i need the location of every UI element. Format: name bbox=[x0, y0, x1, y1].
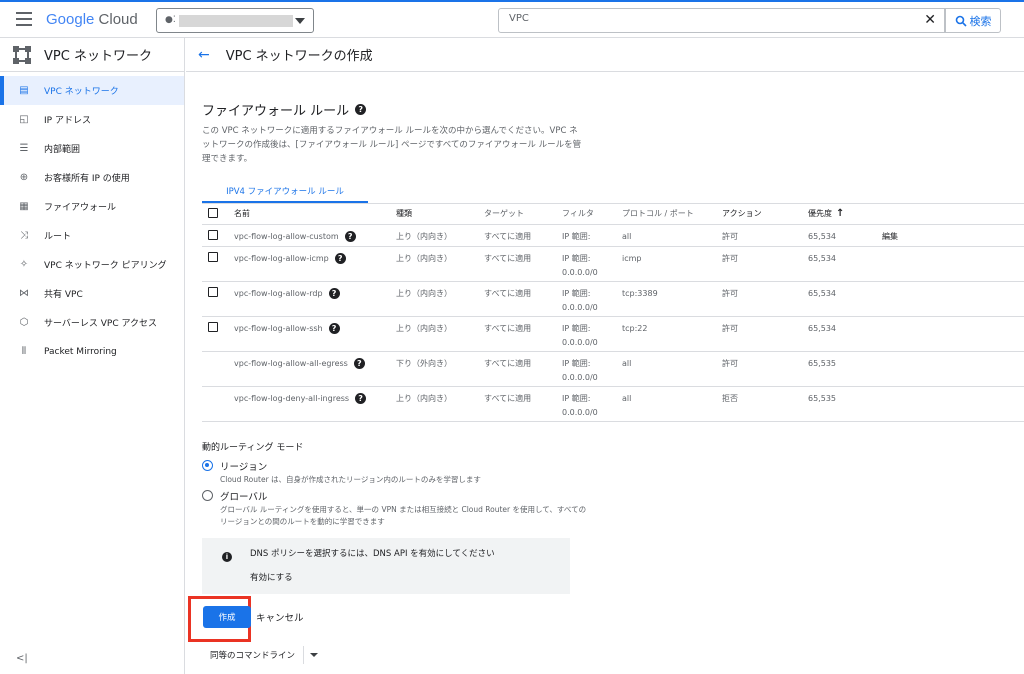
help-icon[interactable]: ? bbox=[353, 358, 365, 369]
ip-address-icon: ◱ bbox=[19, 114, 29, 125]
help-icon[interactable]: ? bbox=[328, 323, 340, 334]
shared-vpc-icon: ⋈ bbox=[19, 288, 29, 299]
tab-ipv4-firewall-rules[interactable]: IPV4 ファイアウォール ルール bbox=[202, 181, 368, 203]
row-checkbox[interactable] bbox=[208, 251, 218, 262]
column-header-protocol[interactable]: プロトコル / ポート bbox=[622, 204, 722, 225]
firewall-rules-table: 名前 種類 ターゲット フィルタ プロトコル / ポート アクション 優先度 ↑ … bbox=[202, 204, 1024, 422]
column-header-name[interactable]: 名前 bbox=[234, 204, 396, 225]
sidebar-item-byoip[interactable]: ⊕ お客様所有 IP の使用 bbox=[0, 163, 184, 192]
sidebar-item-shared-vpc[interactable]: ⋈ 共有 VPC bbox=[0, 279, 184, 308]
search-icon bbox=[955, 15, 967, 27]
firewall-section-description: この VPC ネットワークに適用するファイアウォール ルールを次の中から選んでく… bbox=[202, 126, 582, 164]
divider bbox=[303, 646, 305, 664]
create-button[interactable]: 作成 bbox=[203, 606, 251, 628]
row-checkbox[interactable] bbox=[208, 229, 218, 240]
routing-option-regional[interactable]: リージョン Cloud Router は、自身が作成されたリージョン内のルートの… bbox=[202, 459, 590, 486]
routing-option-global[interactable]: グローバル グローバル ルーティングを使用すると、単一の VPN または相互接続… bbox=[202, 489, 590, 528]
chevron-down-icon[interactable] bbox=[310, 653, 319, 657]
page-title: VPC ネットワークの作成 bbox=[225, 49, 373, 64]
sidebar-item-firewall[interactable]: ▦ ファイアウォール bbox=[0, 192, 184, 221]
sidebar-item-vpc-networks[interactable]: ▤ VPC ネットワーク bbox=[0, 76, 184, 105]
command-line-button[interactable]: 同等のコマンドライン bbox=[202, 649, 303, 661]
peering-icon: ✧ bbox=[19, 259, 29, 270]
edit-link[interactable]: 編集 bbox=[882, 232, 898, 241]
sidebar-item-serverless-vpc[interactable]: ⬡ サーバーレス VPC アクセス bbox=[0, 308, 184, 337]
column-header-filter[interactable]: フィルタ bbox=[562, 204, 622, 225]
sidebar-title: VPC ネットワーク bbox=[44, 49, 152, 64]
collapse-sidebar-icon[interactable]: <| bbox=[16, 653, 28, 664]
project-name-redacted bbox=[179, 15, 293, 27]
vpc-network-product-icon bbox=[13, 45, 31, 64]
help-icon[interactable]: ? bbox=[355, 104, 367, 115]
sidebar-item-ip-addresses[interactable]: ◱ IP アドレス bbox=[0, 105, 184, 134]
sort-ascending-icon[interactable]: ↑ bbox=[836, 208, 844, 219]
sidebar: VPC ネットワーク ▤ VPC ネットワーク ◱ IP アドレス ☰ 内部範囲… bbox=[0, 38, 185, 674]
byoip-icon: ⊕ bbox=[19, 172, 29, 183]
page-header: ← VPC ネットワークの作成 bbox=[186, 38, 1024, 72]
table-row: vpc-flow-log-allow-custom? 上り（内向き） すべてに適… bbox=[202, 224, 1024, 247]
cancel-button[interactable]: キャンセル bbox=[256, 610, 304, 624]
row-checkbox[interactable] bbox=[208, 321, 218, 332]
table-row: vpc-flow-log-allow-all-egress? 下り（外向き） す… bbox=[202, 351, 1024, 387]
table-row: vpc-flow-log-allow-icmp? 上り（内向き） すべてに適用 … bbox=[202, 246, 1024, 282]
search-button[interactable]: 検索 bbox=[945, 8, 1001, 33]
help-icon[interactable]: ? bbox=[355, 393, 367, 404]
dns-info-text: DNS ポリシーを選択するには、DNS API を有効にしてください bbox=[250, 549, 495, 559]
search-box[interactable]: ✕ bbox=[498, 8, 945, 33]
table-row: vpc-flow-log-deny-all-ingress? 上り（内向き） す… bbox=[202, 386, 1024, 422]
hamburger-menu-icon[interactable] bbox=[16, 12, 32, 26]
sidebar-item-internal-ranges[interactable]: ☰ 内部範囲 bbox=[0, 134, 184, 163]
project-icon: ●⁚ bbox=[165, 15, 176, 25]
help-icon[interactable]: ? bbox=[334, 253, 346, 264]
radio-regional[interactable] bbox=[202, 460, 213, 471]
project-selector[interactable]: ●⁚ bbox=[156, 8, 314, 33]
internal-ranges-icon: ☰ bbox=[19, 143, 29, 154]
vpc-network-icon: ▤ bbox=[19, 85, 29, 96]
table-header-row: 名前 種類 ターゲット フィルタ プロトコル / ポート アクション 優先度 ↑ bbox=[202, 204, 1024, 225]
firewall-icon: ▦ bbox=[19, 201, 29, 212]
equivalent-command-line: 同等のコマンドライン bbox=[202, 644, 319, 666]
back-arrow-icon[interactable]: ← bbox=[198, 47, 210, 63]
dynamic-routing-title: 動的ルーティング モード bbox=[202, 443, 304, 453]
google-cloud-logo[interactable]: Google Cloud bbox=[46, 11, 138, 28]
table-row: vpc-flow-log-allow-rdp? 上り（内向き） すべてに適用 I… bbox=[202, 281, 1024, 317]
column-header-type[interactable]: 種類 bbox=[396, 204, 484, 225]
row-checkbox[interactable] bbox=[208, 286, 218, 297]
info-icon: i bbox=[222, 552, 232, 562]
sidebar-header: VPC ネットワーク bbox=[0, 38, 184, 72]
close-icon[interactable]: ✕ bbox=[924, 12, 936, 28]
packet-mirroring-icon: ⦀ bbox=[21, 346, 27, 357]
table-row: vpc-flow-log-allow-ssh? 上り（内向き） すべてに適用 I… bbox=[202, 316, 1024, 352]
serverless-icon: ⬡ bbox=[19, 317, 29, 328]
sidebar-nav: ▤ VPC ネットワーク ◱ IP アドレス ☰ 内部範囲 ⊕ お客様所有 IP… bbox=[0, 72, 184, 366]
column-header-priority[interactable]: 優先度 ↑ bbox=[808, 204, 882, 225]
sidebar-item-routes[interactable]: ⤨ ルート bbox=[0, 221, 184, 250]
main-content: ← VPC ネットワークの作成 ファイアウォール ルール ? この VPC ネッ… bbox=[186, 38, 1024, 674]
dns-info-banner: i DNS ポリシーを選択するには、DNS API を有効にしてください 有効に… bbox=[202, 538, 570, 594]
enable-dns-api-link[interactable]: 有効にする bbox=[250, 571, 293, 583]
routes-icon: ⤨ bbox=[20, 230, 28, 241]
radio-global[interactable] bbox=[202, 490, 213, 501]
sidebar-item-peering[interactable]: ✧ VPC ネットワーク ピアリング bbox=[0, 250, 184, 279]
select-all-checkbox[interactable] bbox=[208, 207, 218, 218]
column-header-action[interactable]: アクション bbox=[722, 204, 808, 225]
column-header-target[interactable]: ターゲット bbox=[484, 204, 562, 225]
help-icon[interactable]: ? bbox=[344, 231, 356, 242]
sidebar-item-packet-mirroring[interactable]: ⦀ Packet Mirroring bbox=[0, 337, 184, 366]
firewall-section-title: ファイアウォール ルール ? bbox=[202, 100, 367, 119]
top-bar: Google Cloud ●⁚ ✕ 検索 bbox=[0, 0, 1024, 38]
help-icon[interactable]: ? bbox=[328, 288, 340, 299]
chevron-down-icon bbox=[295, 18, 305, 24]
search-input[interactable] bbox=[509, 13, 909, 24]
